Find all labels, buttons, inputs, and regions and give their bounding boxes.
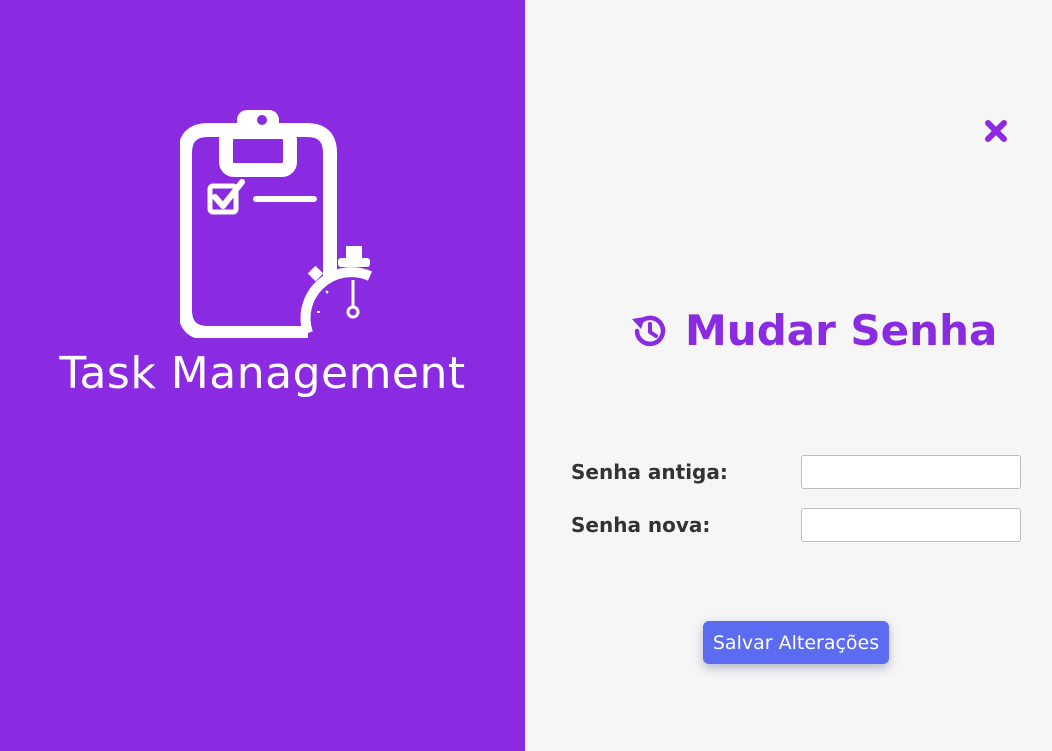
app-title: Task Management xyxy=(59,348,466,399)
old-password-label: Senha antiga: xyxy=(571,460,728,484)
page-title-text: Mudar Senha xyxy=(685,306,998,355)
brand-panel: Task Management xyxy=(0,0,525,751)
new-password-input[interactable] xyxy=(801,508,1021,542)
history-reset-icon xyxy=(632,315,666,346)
old-password-input[interactable] xyxy=(801,455,1021,489)
new-password-label: Senha nova: xyxy=(571,513,711,537)
close-icon[interactable] xyxy=(981,116,1011,146)
change-password-window: Task Management Mudar Senha Senha antiga… xyxy=(0,0,1052,751)
clipboard-stopwatch-icon xyxy=(180,110,373,338)
save-changes-button[interactable]: Salvar Alterações xyxy=(703,621,889,664)
old-password-row: Senha antiga: xyxy=(571,455,1021,489)
page-title: Mudar Senha xyxy=(629,306,997,355)
new-password-row: Senha nova: xyxy=(571,508,1021,542)
change-password-panel: Mudar Senha Senha antiga: Senha nova: Sa… xyxy=(525,0,1052,751)
